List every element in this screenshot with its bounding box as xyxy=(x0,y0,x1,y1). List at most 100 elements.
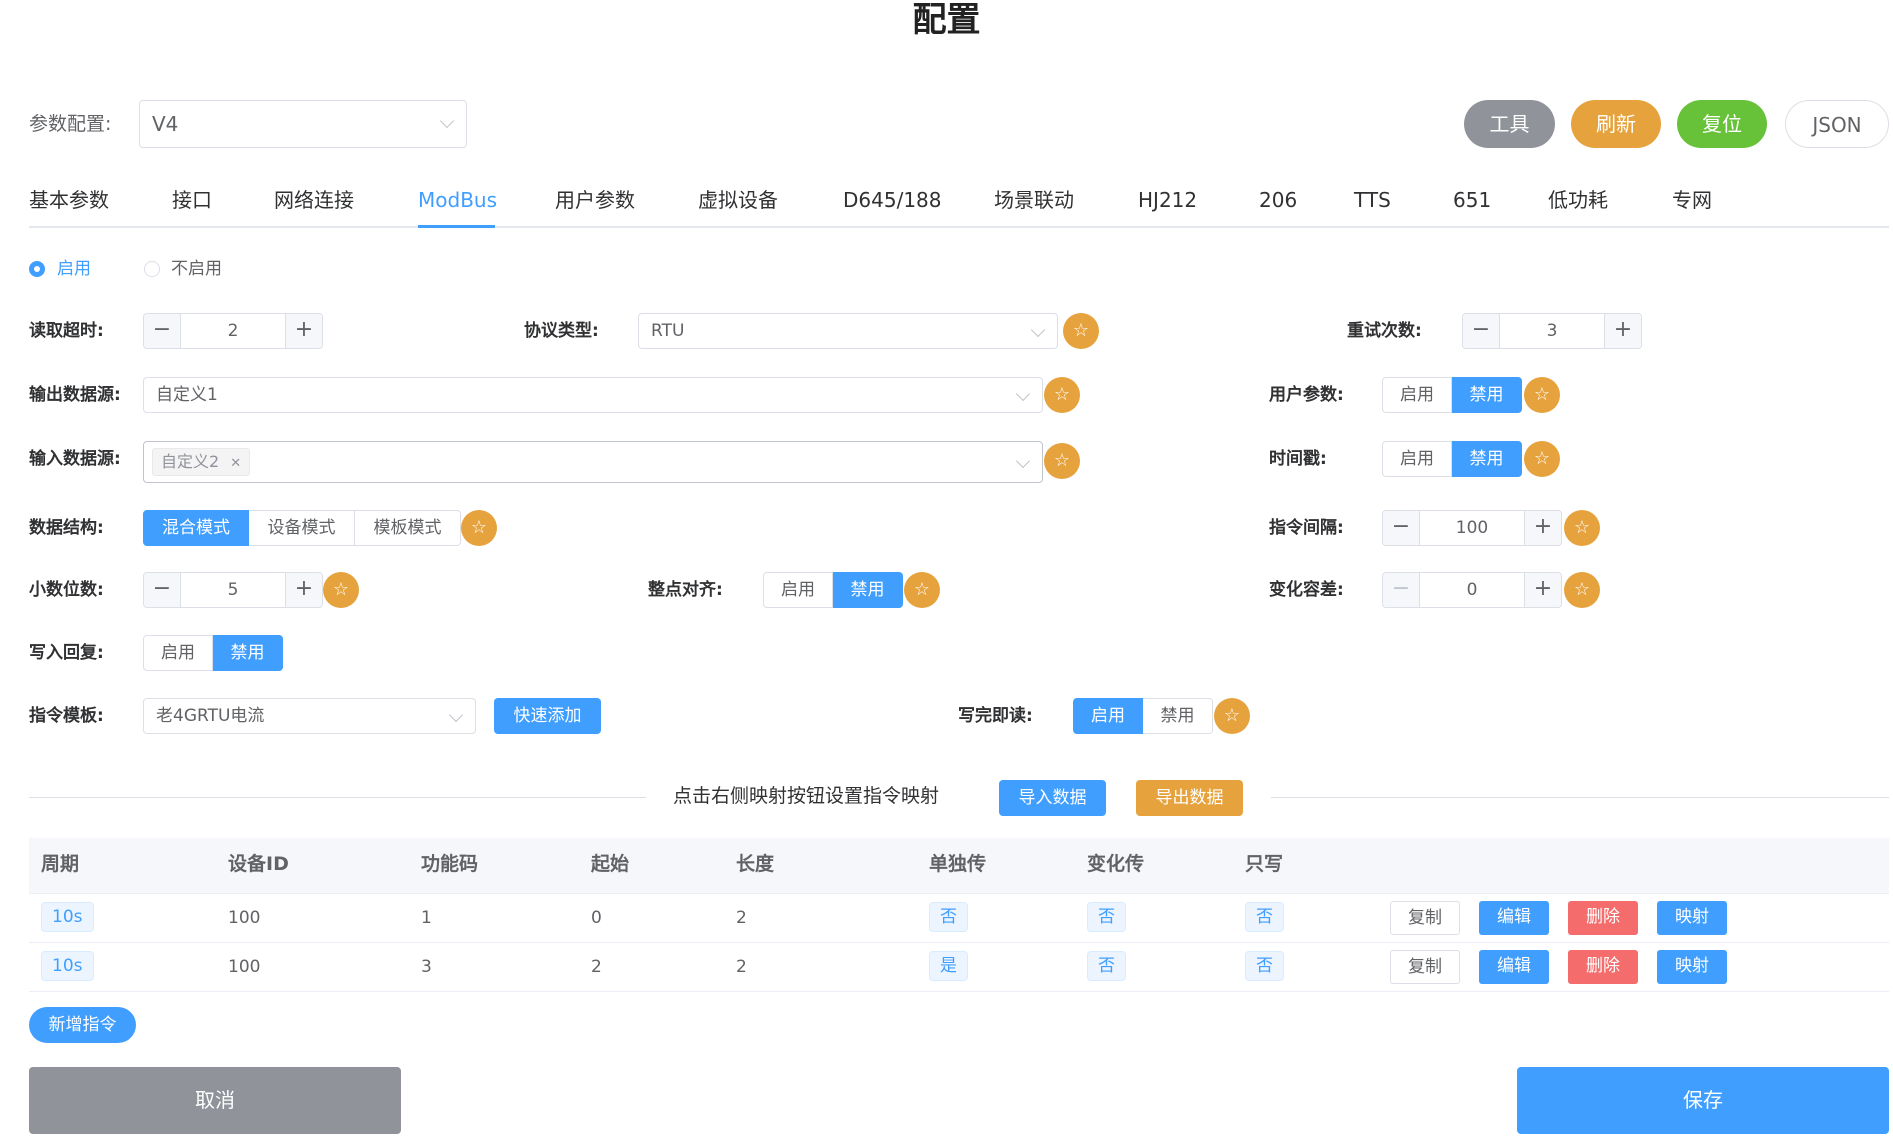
user-params-toggle[interactable]: 启用 禁用 xyxy=(1382,377,1522,413)
read-after-write-disable[interactable]: 禁用 xyxy=(1143,698,1213,734)
param-config-select[interactable]: V4 xyxy=(139,100,467,148)
save-button[interactable]: 保存 xyxy=(1517,1067,1889,1134)
period-tag: 10s xyxy=(41,902,94,932)
chevron-down-icon xyxy=(1015,453,1031,469)
timestamp-disable[interactable]: 禁用 xyxy=(1452,441,1522,477)
tab-virtual-device[interactable]: 虚拟设备 xyxy=(698,182,778,218)
write-reply-enable[interactable]: 启用 xyxy=(143,635,213,671)
tab-hj212[interactable]: HJ212 xyxy=(1138,182,1197,218)
reset-button[interactable]: 复位 xyxy=(1677,100,1767,148)
tab-user-params[interactable]: 用户参数 xyxy=(555,182,635,218)
delete-button[interactable]: 删除 xyxy=(1568,950,1638,984)
minus-icon[interactable]: − xyxy=(1383,573,1420,607)
read-timeout-stepper[interactable]: − 2 + xyxy=(143,313,323,349)
tab-low-power[interactable]: 低功耗 xyxy=(1548,182,1608,218)
edit-button[interactable]: 编辑 xyxy=(1479,901,1549,935)
param-config-value: V4 xyxy=(152,112,179,136)
tab-network[interactable]: 网络连接 xyxy=(274,182,354,218)
read-after-write-enable[interactable]: 启用 xyxy=(1073,698,1143,734)
tab-interface[interactable]: 接口 xyxy=(172,182,212,218)
plus-icon[interactable]: + xyxy=(285,573,322,607)
star-icon[interactable]: ☆ xyxy=(461,510,497,546)
star-icon[interactable]: ☆ xyxy=(1524,441,1560,477)
input-source-label: 输入数据源: xyxy=(29,449,121,469)
input-source-select[interactable]: 自定义2 ✕ xyxy=(143,441,1043,483)
plus-icon[interactable]: + xyxy=(1524,511,1561,545)
tab-basic[interactable]: 基本参数 xyxy=(29,182,109,218)
retries-label: 重试次数: xyxy=(1347,321,1422,341)
hour-align-label: 整点对齐: xyxy=(648,580,723,600)
tab-scene-linkage[interactable]: 场景联动 xyxy=(994,182,1074,218)
json-button[interactable]: JSON xyxy=(1785,100,1889,148)
data-struct-toggle[interactable]: 混合模式 设备模式 模板模式 xyxy=(143,510,461,546)
write-only-tag: 否 xyxy=(1245,951,1284,981)
star-icon[interactable]: ☆ xyxy=(1214,698,1250,734)
delete-button[interactable]: 删除 xyxy=(1568,901,1638,935)
change-tol-stepper[interactable]: − 0 + xyxy=(1382,572,1562,608)
protocol-select[interactable]: RTU xyxy=(638,313,1058,349)
output-source-select[interactable]: 自定义1 xyxy=(143,377,1043,413)
edit-button[interactable]: 编辑 xyxy=(1479,950,1549,984)
map-button[interactable]: 映射 xyxy=(1657,901,1727,935)
param-config-label: 参数配置: xyxy=(29,113,112,135)
minus-icon[interactable]: − xyxy=(144,573,181,607)
close-icon[interactable]: ✕ xyxy=(230,456,241,471)
timestamp-toggle[interactable]: 启用 禁用 xyxy=(1382,441,1522,477)
retries-stepper[interactable]: − 3 + xyxy=(1462,313,1642,349)
disable-radio[interactable] xyxy=(144,261,160,277)
user-params-enable[interactable]: 启用 xyxy=(1382,377,1452,413)
write-reply-label: 写入回复: xyxy=(29,643,104,663)
tab-d645[interactable]: D645/188 xyxy=(843,182,942,218)
add-command-button[interactable]: 新增指令 xyxy=(29,1007,136,1043)
cmd-template-select[interactable]: 老4GRTU电流 xyxy=(143,698,476,734)
cmd-interval-stepper[interactable]: − 100 + xyxy=(1382,510,1562,546)
tab-651[interactable]: 651 xyxy=(1453,182,1491,218)
tools-button[interactable]: 工具 xyxy=(1464,100,1555,148)
timestamp-enable[interactable]: 启用 xyxy=(1382,441,1452,477)
hour-align-disable[interactable]: 禁用 xyxy=(833,572,903,608)
hour-align-toggle[interactable]: 启用 禁用 xyxy=(763,572,903,608)
star-icon[interactable]: ☆ xyxy=(1524,377,1560,413)
timestamp-label: 时间戳: xyxy=(1269,449,1327,469)
minus-icon[interactable]: − xyxy=(1383,511,1420,545)
change-tol-value: 0 xyxy=(1466,580,1478,600)
star-icon[interactable]: ☆ xyxy=(1564,510,1600,546)
read-after-write-toggle[interactable]: 启用 禁用 xyxy=(1073,698,1213,734)
star-icon[interactable]: ☆ xyxy=(1044,443,1080,479)
import-data-button[interactable]: 导入数据 xyxy=(999,780,1106,816)
star-icon[interactable]: ☆ xyxy=(1564,572,1600,608)
col-length: 长度 xyxy=(736,853,775,875)
tab-private-network[interactable]: 专网 xyxy=(1672,182,1712,218)
write-reply-toggle[interactable]: 启用 禁用 xyxy=(143,635,283,671)
data-struct-mixed[interactable]: 混合模式 xyxy=(143,510,249,546)
star-icon[interactable]: ☆ xyxy=(1063,313,1099,349)
star-icon[interactable]: ☆ xyxy=(1044,377,1080,413)
plus-icon[interactable]: + xyxy=(1604,314,1641,348)
hour-align-enable[interactable]: 启用 xyxy=(763,572,833,608)
minus-icon[interactable]: − xyxy=(1463,314,1500,348)
tab-tts[interactable]: TTS xyxy=(1354,182,1391,218)
refresh-button[interactable]: 刷新 xyxy=(1571,100,1661,148)
chevron-down-icon xyxy=(1030,322,1046,338)
decimals-stepper[interactable]: − 5 + xyxy=(143,572,323,608)
tab-modbus[interactable]: ModBus xyxy=(418,182,497,218)
user-params-disable[interactable]: 禁用 xyxy=(1452,377,1522,413)
cancel-button[interactable]: 取消 xyxy=(29,1067,401,1134)
map-button[interactable]: 映射 xyxy=(1657,950,1727,984)
export-data-button[interactable]: 导出数据 xyxy=(1136,780,1243,816)
enable-radio[interactable] xyxy=(29,261,45,277)
plus-icon[interactable]: + xyxy=(1524,573,1561,607)
star-icon[interactable]: ☆ xyxy=(323,572,359,608)
star-icon[interactable]: ☆ xyxy=(904,572,940,608)
data-struct-template[interactable]: 模板模式 xyxy=(355,510,461,546)
plus-icon[interactable]: + xyxy=(285,314,322,348)
data-struct-device[interactable]: 设备模式 xyxy=(249,510,355,546)
quick-add-button[interactable]: 快速添加 xyxy=(494,698,601,734)
change-tag: 否 xyxy=(1087,902,1126,932)
copy-button[interactable]: 复制 xyxy=(1390,901,1460,935)
active-tab-indicator xyxy=(418,225,495,228)
tab-206[interactable]: 206 xyxy=(1259,182,1297,218)
write-reply-disable[interactable]: 禁用 xyxy=(213,635,283,671)
copy-button[interactable]: 复制 xyxy=(1390,950,1460,984)
minus-icon[interactable]: − xyxy=(144,314,181,348)
